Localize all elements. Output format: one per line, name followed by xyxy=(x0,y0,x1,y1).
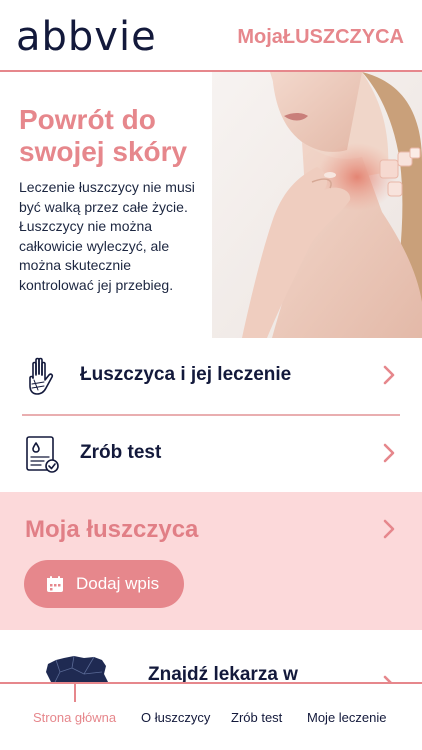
brand-title[interactable]: MojaŁUSZCZYCA xyxy=(237,26,404,49)
menu-item-take-test[interactable]: Zrób test xyxy=(0,416,422,492)
menu-item-label: Zrób test xyxy=(80,442,162,463)
poland-map-icon xyxy=(46,655,108,682)
hero-title: Powrót do swojej skóry xyxy=(19,104,188,167)
tab-my-treatment[interactable]: Moje leczenie xyxy=(307,710,387,725)
test-form-icon xyxy=(26,436,59,473)
chevron-right-icon xyxy=(383,675,392,682)
menu-item-psoriasis-treatment[interactable]: Łuszczyca i jej leczenie xyxy=(0,338,422,414)
calendar-icon xyxy=(47,576,63,592)
add-entry-label: Dodaj wpis xyxy=(76,574,160,593)
chevron-right-icon xyxy=(383,365,395,385)
hand-icon xyxy=(29,357,54,395)
my-psoriasis-section: Moja łuszczyca Dodaj wpis xyxy=(0,492,422,630)
abbvie-logo[interactable]: abbvie xyxy=(16,14,157,60)
hero-description: Leczenie łuszczycy nie musi być walką pr… xyxy=(19,179,195,293)
tab-take-test[interactable]: Zrób test xyxy=(231,710,282,725)
bottom-tab-bar: Strona główna O łuszczycy Zrób test Moje… xyxy=(0,682,422,750)
tab-about-psoriasis[interactable]: O łuszczycy xyxy=(141,710,210,725)
find-doctor-item[interactable]: Znajdź lekarza w xyxy=(0,630,422,682)
chevron-right-icon xyxy=(383,443,395,463)
my-psoriasis-title[interactable]: Moja łuszczyca xyxy=(25,516,198,544)
hero-banner: Powrót do swojej skóry Leczenie łuszczyc… xyxy=(0,72,422,338)
hero-woman-image xyxy=(212,72,422,338)
tab-home[interactable]: Strona główna xyxy=(33,710,116,725)
active-tab-indicator xyxy=(74,682,76,702)
chevron-right-icon[interactable] xyxy=(382,518,396,540)
find-doctor-label: Znajdź lekarza w xyxy=(148,664,298,682)
menu-item-label: Łuszczyca i jej leczenie xyxy=(80,364,292,385)
app-header: abbvie MojaŁUSZCZYCA xyxy=(0,0,422,72)
add-entry-button[interactable]: Dodaj wpis xyxy=(24,560,184,608)
